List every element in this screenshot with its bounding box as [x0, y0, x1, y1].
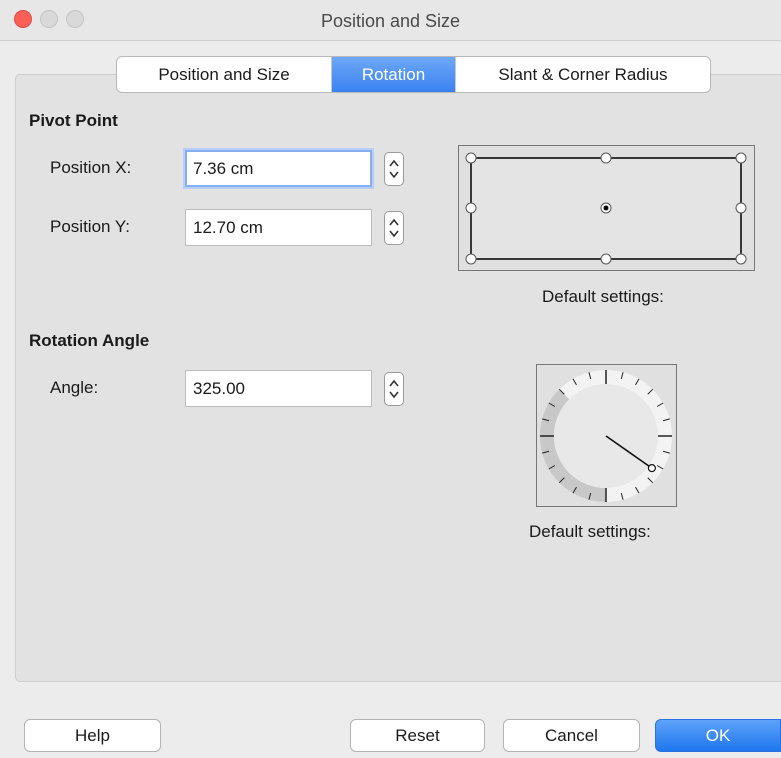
angle-label: Angle: — [50, 378, 99, 397]
pivot-top-left[interactable] — [465, 152, 477, 164]
pivot-point-heading: Pivot Point — [29, 111, 118, 130]
angle-default-settings-label: Default settings: — [529, 522, 651, 541]
title-bar: Position and Size — [0, 0, 781, 41]
pivot-bottom-center[interactable] — [600, 253, 612, 265]
tab-rotation[interactable]: Rotation — [332, 57, 456, 92]
tab-bar: Position and Size Rotation Slant & Corne… — [116, 56, 711, 93]
position-x-input[interactable] — [185, 150, 372, 187]
pivot-bottom-left[interactable] — [465, 253, 477, 265]
rotation-angle-heading: Rotation Angle — [29, 331, 150, 350]
pivot-default-settings-label: Default settings: — [542, 287, 664, 306]
angle-input[interactable] — [185, 370, 372, 407]
position-y-input[interactable] — [185, 209, 372, 246]
angle-handle[interactable] — [647, 464, 656, 473]
position-y-stepper[interactable] — [384, 211, 404, 245]
position-x-stepper[interactable] — [384, 152, 404, 186]
pivot-point-selector[interactable] — [458, 145, 755, 271]
tab-slant-corner-radius[interactable]: Slant & Corner Radius — [456, 57, 710, 92]
pivot-top-center[interactable] — [600, 152, 612, 164]
pivot-top-right[interactable] — [735, 152, 747, 164]
ok-button[interactable]: OK — [655, 719, 781, 752]
cancel-button[interactable]: Cancel — [503, 719, 640, 752]
reset-button[interactable]: Reset — [350, 719, 485, 752]
angle-dial[interactable] — [536, 364, 677, 507]
pivot-bottom-right[interactable] — [735, 253, 747, 265]
help-button[interactable]: Help — [24, 719, 161, 752]
position-y-label: Position Y: — [50, 217, 131, 236]
pivot-middle-left[interactable] — [465, 202, 477, 214]
angle-stepper[interactable] — [384, 372, 404, 406]
tab-position-and-size[interactable]: Position and Size — [117, 57, 332, 92]
pivot-middle-right[interactable] — [735, 202, 747, 214]
window-title: Position and Size — [320, 11, 461, 31]
position-x-label: Position X: — [50, 158, 132, 177]
